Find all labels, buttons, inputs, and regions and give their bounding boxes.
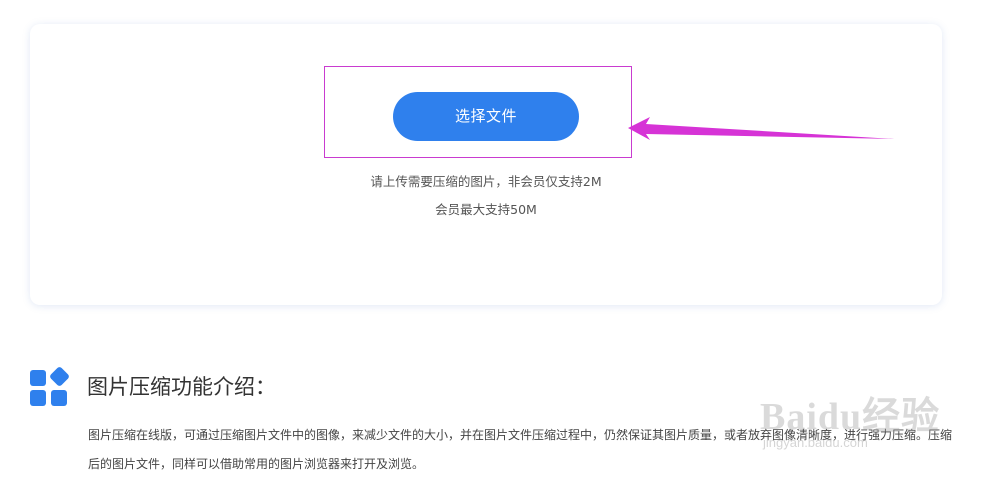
grid-apps-icon [30, 367, 69, 406]
upload-hint-member: 会员最大支持50M [435, 202, 537, 217]
upload-hint-nonmember: 请上传需要压缩的图片，非会员仅支持2M [370, 174, 602, 189]
intro-description: 图片压缩在线版，可通过压缩图片文件中的图像，来减少文件的大小，并在图片文件压缩过… [88, 428, 953, 471]
select-file-button[interactable]: 选择文件 [393, 92, 579, 141]
intro-title: 图片压缩功能介绍： [87, 375, 276, 399]
